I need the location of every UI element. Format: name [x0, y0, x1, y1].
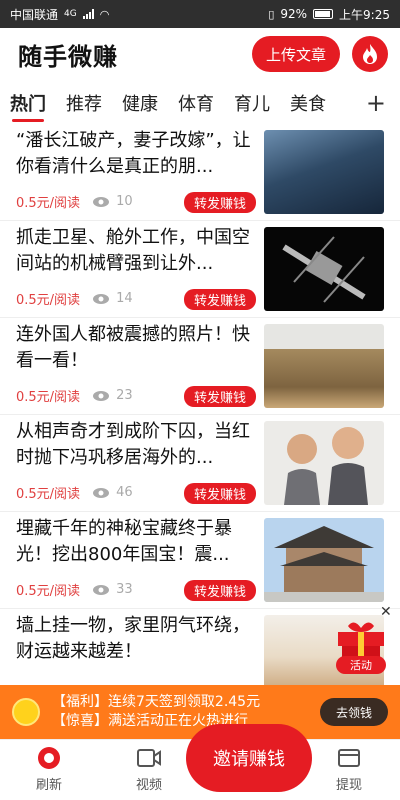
tab-food[interactable]: 美食: [290, 82, 326, 124]
article-item[interactable]: 埋藏千年的神秘宝藏终于暴光！挖出800年国宝！震... 0.5元/阅读 33 转…: [0, 512, 400, 609]
article-thumbnail[interactable]: [264, 324, 384, 408]
share-earn-button[interactable]: 转发赚钱: [184, 483, 256, 504]
article-thumbnail[interactable]: [264, 518, 384, 602]
article-thumbnail[interactable]: [264, 130, 384, 214]
two-men-photo: [284, 427, 368, 505]
refresh-icon: [38, 747, 60, 769]
price-per-read: 0.5元/阅读: [16, 196, 81, 211]
activity-gift-button[interactable]: 活动: [330, 618, 392, 678]
eye-icon: [93, 196, 110, 207]
video-icon: [137, 749, 161, 767]
article-meta: 0.5元/阅读 46: [16, 483, 133, 502]
article-meta: 0.5元/阅读 33: [16, 580, 133, 599]
article-title[interactable]: 抓走卫星、舱外工作，中国空间站的机械臂强到让外...: [16, 225, 260, 277]
article-thumbnail[interactable]: [264, 421, 384, 505]
claim-money-button[interactable]: 去领钱: [320, 698, 388, 726]
nav-withdraw-label: 提现: [335, 778, 362, 793]
nav-video-label: 视频: [135, 778, 162, 793]
activity-label: 活动: [336, 656, 386, 674]
price-per-read: 0.5元/阅读: [16, 293, 81, 308]
article-item[interactable]: “潘长江破产，妻子改嫁”，让你看清什么是真正的朋... 0.5元/阅读 10 转…: [0, 124, 400, 221]
article-item[interactable]: 从相声奇才到成阶下囚，当红时抛下冯巩移居海外的... 0.5元/阅读 46 转发…: [0, 415, 400, 512]
invite-earn-button[interactable]: 邀请赚钱: [186, 724, 312, 792]
share-earn-button[interactable]: 转发赚钱: [184, 289, 256, 310]
article-title[interactable]: 连外国人都被震撼的照片！快看一看！: [16, 322, 260, 374]
price-per-read: 0.5元/阅读: [16, 390, 81, 405]
tab-hot[interactable]: 热门: [10, 82, 46, 124]
article-title[interactable]: 埋藏千年的神秘宝藏终于暴光！挖出800年国宝！震...: [16, 516, 260, 568]
nav-withdraw[interactable]: 提现: [324, 746, 374, 793]
share-earn-button[interactable]: 转发赚钱: [184, 580, 256, 601]
signal-icon: [82, 9, 94, 19]
share-earn-button[interactable]: 转发赚钱: [184, 386, 256, 407]
article-meta: 0.5元/阅读 23: [16, 386, 133, 405]
status-bar: 中国联通 4G ◠ ▯ 92% 上午9:25: [0, 0, 400, 28]
nav-refresh[interactable]: 刷新: [24, 746, 74, 793]
wallet-icon: [338, 749, 360, 767]
category-tabs: 热门 推荐 健康 体育 育儿 美食 +: [0, 82, 400, 124]
share-earn-button[interactable]: 转发赚钱: [184, 192, 256, 213]
eye-icon: [93, 390, 110, 401]
promo-line-welfare: 【福利】连续7天签到领取2.45元: [52, 694, 261, 710]
view-count: 10: [116, 194, 133, 209]
add-tab-button[interactable]: +: [366, 82, 386, 124]
temple-image: [264, 526, 384, 602]
tab-parenting[interactable]: 育儿: [234, 82, 270, 124]
nav-refresh-label: 刷新: [35, 778, 62, 793]
article-title[interactable]: 墙上挂一物，家里阴气环绕，财运越来越差！: [16, 613, 260, 665]
app-header: 随手微赚 上传文章: [0, 28, 400, 80]
network-type: 4G: [64, 9, 77, 19]
space-station-image: [282, 236, 366, 303]
tab-sports[interactable]: 体育: [178, 82, 214, 124]
eye-icon: [93, 487, 110, 498]
hot-button[interactable]: [352, 36, 388, 72]
article-title[interactable]: 从相声奇才到成阶下囚，当红时抛下冯巩移居海外的...: [16, 419, 260, 471]
view-count: 33: [116, 582, 133, 597]
article-title[interactable]: “潘长江破产，妻子改嫁”，让你看清什么是真正的朋...: [16, 128, 260, 180]
price-per-read: 0.5元/阅读: [16, 487, 81, 502]
price-per-read: 0.5元/阅读: [16, 584, 81, 599]
eye-icon: [93, 293, 110, 304]
article-meta: 0.5元/阅读 10: [16, 192, 133, 211]
battery-percent: 92%: [280, 7, 308, 21]
tab-recommend[interactable]: 推荐: [66, 82, 102, 124]
carrier-label: 中国联通: [10, 7, 59, 22]
fire-icon: [363, 44, 377, 64]
article-item[interactable]: 抓走卫星、舱外工作，中国空间站的机械臂强到让外... 0.5元/阅读 14 转发…: [0, 221, 400, 318]
eye-icon: [93, 584, 110, 595]
view-count: 14: [116, 291, 133, 306]
clock: 上午9:25: [339, 7, 390, 22]
battery-icon: [313, 9, 334, 19]
view-count: 23: [116, 388, 133, 403]
sun-icon: [12, 698, 40, 726]
article-thumbnail[interactable]: [264, 227, 384, 311]
article-item[interactable]: 连外国人都被震撼的照片！快看一看！ 0.5元/阅读 23 转发赚钱: [0, 318, 400, 415]
view-count: 46: [116, 485, 133, 500]
article-meta: 0.5元/阅读 14: [16, 289, 133, 308]
nav-video[interactable]: 视频: [124, 746, 174, 793]
upload-article-button[interactable]: 上传文章: [251, 36, 340, 72]
tab-health[interactable]: 健康: [122, 82, 158, 124]
wifi-icon: ◠: [99, 7, 110, 21]
vibrate-icon: ▯: [268, 7, 275, 21]
app-title: 随手微赚: [18, 42, 118, 71]
